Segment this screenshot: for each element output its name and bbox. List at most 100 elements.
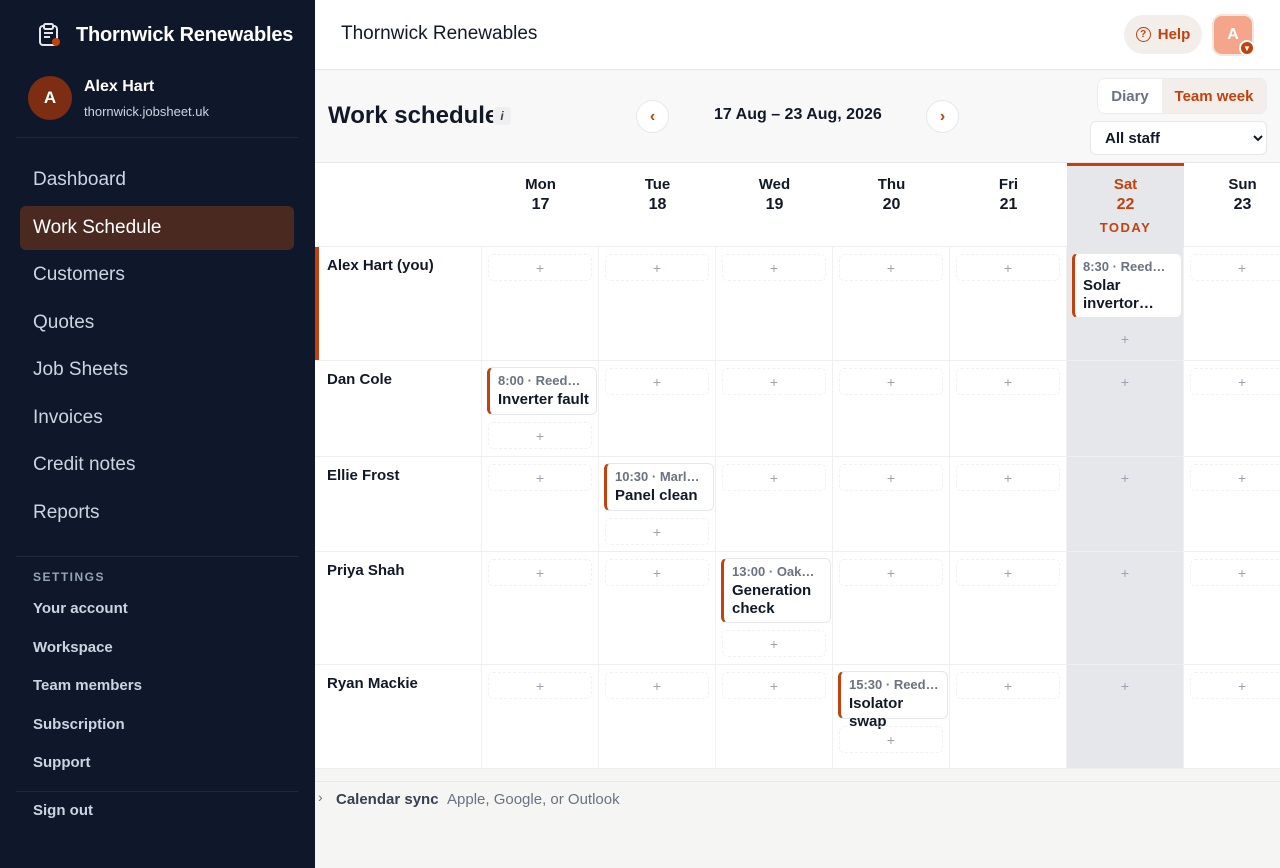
calendar-sync-description: Apple, Google, or Outlook (447, 791, 620, 808)
day-date: 17 (531, 196, 550, 213)
job-card[interactable]: 13:00 · Oak… Generation check (721, 558, 831, 623)
schedule-cell: + (481, 247, 598, 360)
add-job-button[interactable]: + (488, 672, 592, 699)
day-name: Sun (1228, 176, 1257, 193)
nav-item-quotes[interactable]: Quotes (20, 301, 294, 345)
staff-name: Alex Hart (you) (327, 257, 434, 274)
team-week-view-button[interactable]: Team week (1162, 79, 1266, 113)
job-card[interactable]: 8:30 · Reed… Solar invertor… (1072, 253, 1182, 318)
help-button[interactable]: ? Help (1124, 15, 1202, 54)
add-job-button[interactable]: + (722, 254, 826, 281)
settings-item-subscription[interactable]: Subscription (33, 716, 142, 755)
date-range: 17 Aug – 23 Aug, 2026 (714, 106, 882, 123)
nav-item-work-schedule[interactable]: Work Schedule (20, 205, 294, 250)
add-job-button[interactable]: + (722, 630, 826, 657)
user-name: Alex Hart (84, 77, 155, 95)
add-job-button[interactable]: + (605, 672, 709, 699)
add-job-button[interactable]: + (956, 464, 1060, 491)
staff-name: Dan Cole (327, 371, 393, 388)
schedule-cell: 8:30 · Reed… Solar invertor… + (1066, 247, 1183, 360)
schedule-cell: 15:30 · Reed… Isolator swap + (832, 665, 949, 768)
settings-item-support[interactable]: Support (33, 754, 142, 793)
job-time: 10:30 (615, 469, 649, 484)
schedule-cell: + (1183, 665, 1280, 768)
add-job-button[interactable]: + (956, 559, 1060, 586)
schedule-cell: + (1066, 361, 1183, 456)
add-job-button[interactable]: + (488, 254, 592, 281)
staff-row: Ellie Frost +10:30 · Marl… Panel clean + + + +… (315, 457, 1280, 552)
add-job-button[interactable]: + (1190, 672, 1280, 699)
add-job-button[interactable]: + (488, 464, 592, 491)
nav-item-credit-notes[interactable]: Credit notes (20, 443, 294, 487)
staff-row: Dan Cole 8:00 · Reed… Inverter fault + + + + + +… (315, 361, 1280, 457)
brand[interactable]: Thornwick Renewables (34, 20, 293, 50)
add-job-button[interactable]: + (488, 559, 592, 586)
avatar-initial: A (1227, 26, 1239, 43)
question-icon: ? (1135, 27, 1151, 42)
day-date: 22 (1116, 196, 1135, 213)
add-job-button[interactable]: + (605, 254, 709, 281)
info-icon[interactable]: i (493, 107, 511, 125)
nav-item-dashboard[interactable]: Dashboard (20, 158, 294, 202)
add-job-button[interactable]: + (1190, 559, 1280, 586)
job-card[interactable]: 10:30 · Marl… Panel clean (604, 463, 714, 511)
add-job-button[interactable]: + (1190, 464, 1280, 491)
day-header-sat: Sat 22 TODAY (1067, 163, 1184, 247)
settings-item-workspace[interactable]: Workspace (33, 639, 142, 678)
add-job-button[interactable]: + (1073, 325, 1177, 352)
next-week-button[interactable]: › (926, 100, 959, 133)
add-job-button[interactable]: + (839, 368, 943, 395)
add-job-button[interactable]: + (839, 726, 943, 753)
add-job-button[interactable]: + (839, 464, 943, 491)
settings-item-your-account[interactable]: Your account (33, 600, 142, 639)
add-job-button[interactable]: + (839, 559, 943, 586)
main-nav: Dashboard Work Schedule Customers Quotes Job… (20, 158, 294, 538)
job-customer: Reed… (535, 373, 581, 388)
add-job-button[interactable]: + (605, 368, 709, 395)
schedule-header: Work schedule i ‹ 17 Aug – 23 Aug, 2026 … (315, 71, 1280, 163)
previous-week-button[interactable]: ‹ (636, 100, 669, 133)
add-job-button[interactable]: + (722, 368, 826, 395)
add-job-button[interactable]: + (1190, 254, 1280, 281)
settings-list: Your account Workspace Team members Subscri… (33, 600, 142, 793)
day-name: Mon (525, 176, 556, 193)
add-job-button[interactable]: + (605, 559, 709, 586)
diary-view-button[interactable]: Diary (1098, 79, 1162, 113)
user-profile: A Alex Hart thornwick.jobsheet.uk (28, 76, 209, 120)
job-card[interactable]: 15:30 · Reed… Isolator swap (838, 671, 948, 730)
job-card[interactable]: 8:00 · Reed… Inverter fault (487, 367, 597, 415)
add-job-button[interactable]: + (956, 368, 1060, 395)
job-time: 8:00 (498, 373, 525, 388)
add-job-button[interactable]: + (956, 672, 1060, 699)
add-job-button[interactable]: + (488, 422, 592, 449)
add-job-button[interactable]: + (1073, 464, 1177, 491)
account-menu-button[interactable]: A ▼ (1212, 14, 1255, 56)
nav-item-job-sheets[interactable]: Job Sheets (20, 348, 294, 392)
day-name: Wed (758, 176, 791, 193)
settings-item-team-members[interactable]: Team members (33, 677, 142, 716)
schedule-cell: + (598, 247, 715, 360)
add-job-button[interactable]: + (1073, 672, 1177, 699)
add-job-button[interactable]: + (1073, 368, 1177, 395)
add-job-button[interactable]: + (956, 254, 1060, 281)
staff-filter-select[interactable]: All staff (1090, 121, 1267, 155)
divider (16, 791, 298, 792)
calendar-sync-bar[interactable]: › Calendar sync Apple, Google, or Outloo… (315, 781, 1280, 816)
nav-item-customers[interactable]: Customers (20, 253, 294, 297)
add-job-button[interactable]: + (1073, 559, 1177, 586)
today-label: TODAY (1099, 220, 1152, 235)
divider (16, 137, 298, 138)
nav-item-reports[interactable]: Reports (20, 491, 294, 535)
divider (16, 556, 298, 557)
schedule-cell: + (1183, 247, 1280, 360)
day-header-wed: Wed 19 (716, 163, 833, 247)
page-title: Work schedule (328, 102, 499, 129)
add-job-button[interactable]: + (605, 518, 709, 545)
nav-item-invoices[interactable]: Invoices (20, 396, 294, 440)
sign-out-link[interactable]: Sign out (33, 802, 93, 819)
team-week-grid: Mon 17 Tue 18 Wed 19 Thu 20 Fri 21 Sat 22 TODAY Sun 23… (315, 163, 1280, 769)
add-job-button[interactable]: + (1190, 368, 1280, 395)
add-job-button[interactable]: + (839, 254, 943, 281)
add-job-button[interactable]: + (722, 464, 826, 491)
add-job-button[interactable]: + (722, 672, 826, 699)
